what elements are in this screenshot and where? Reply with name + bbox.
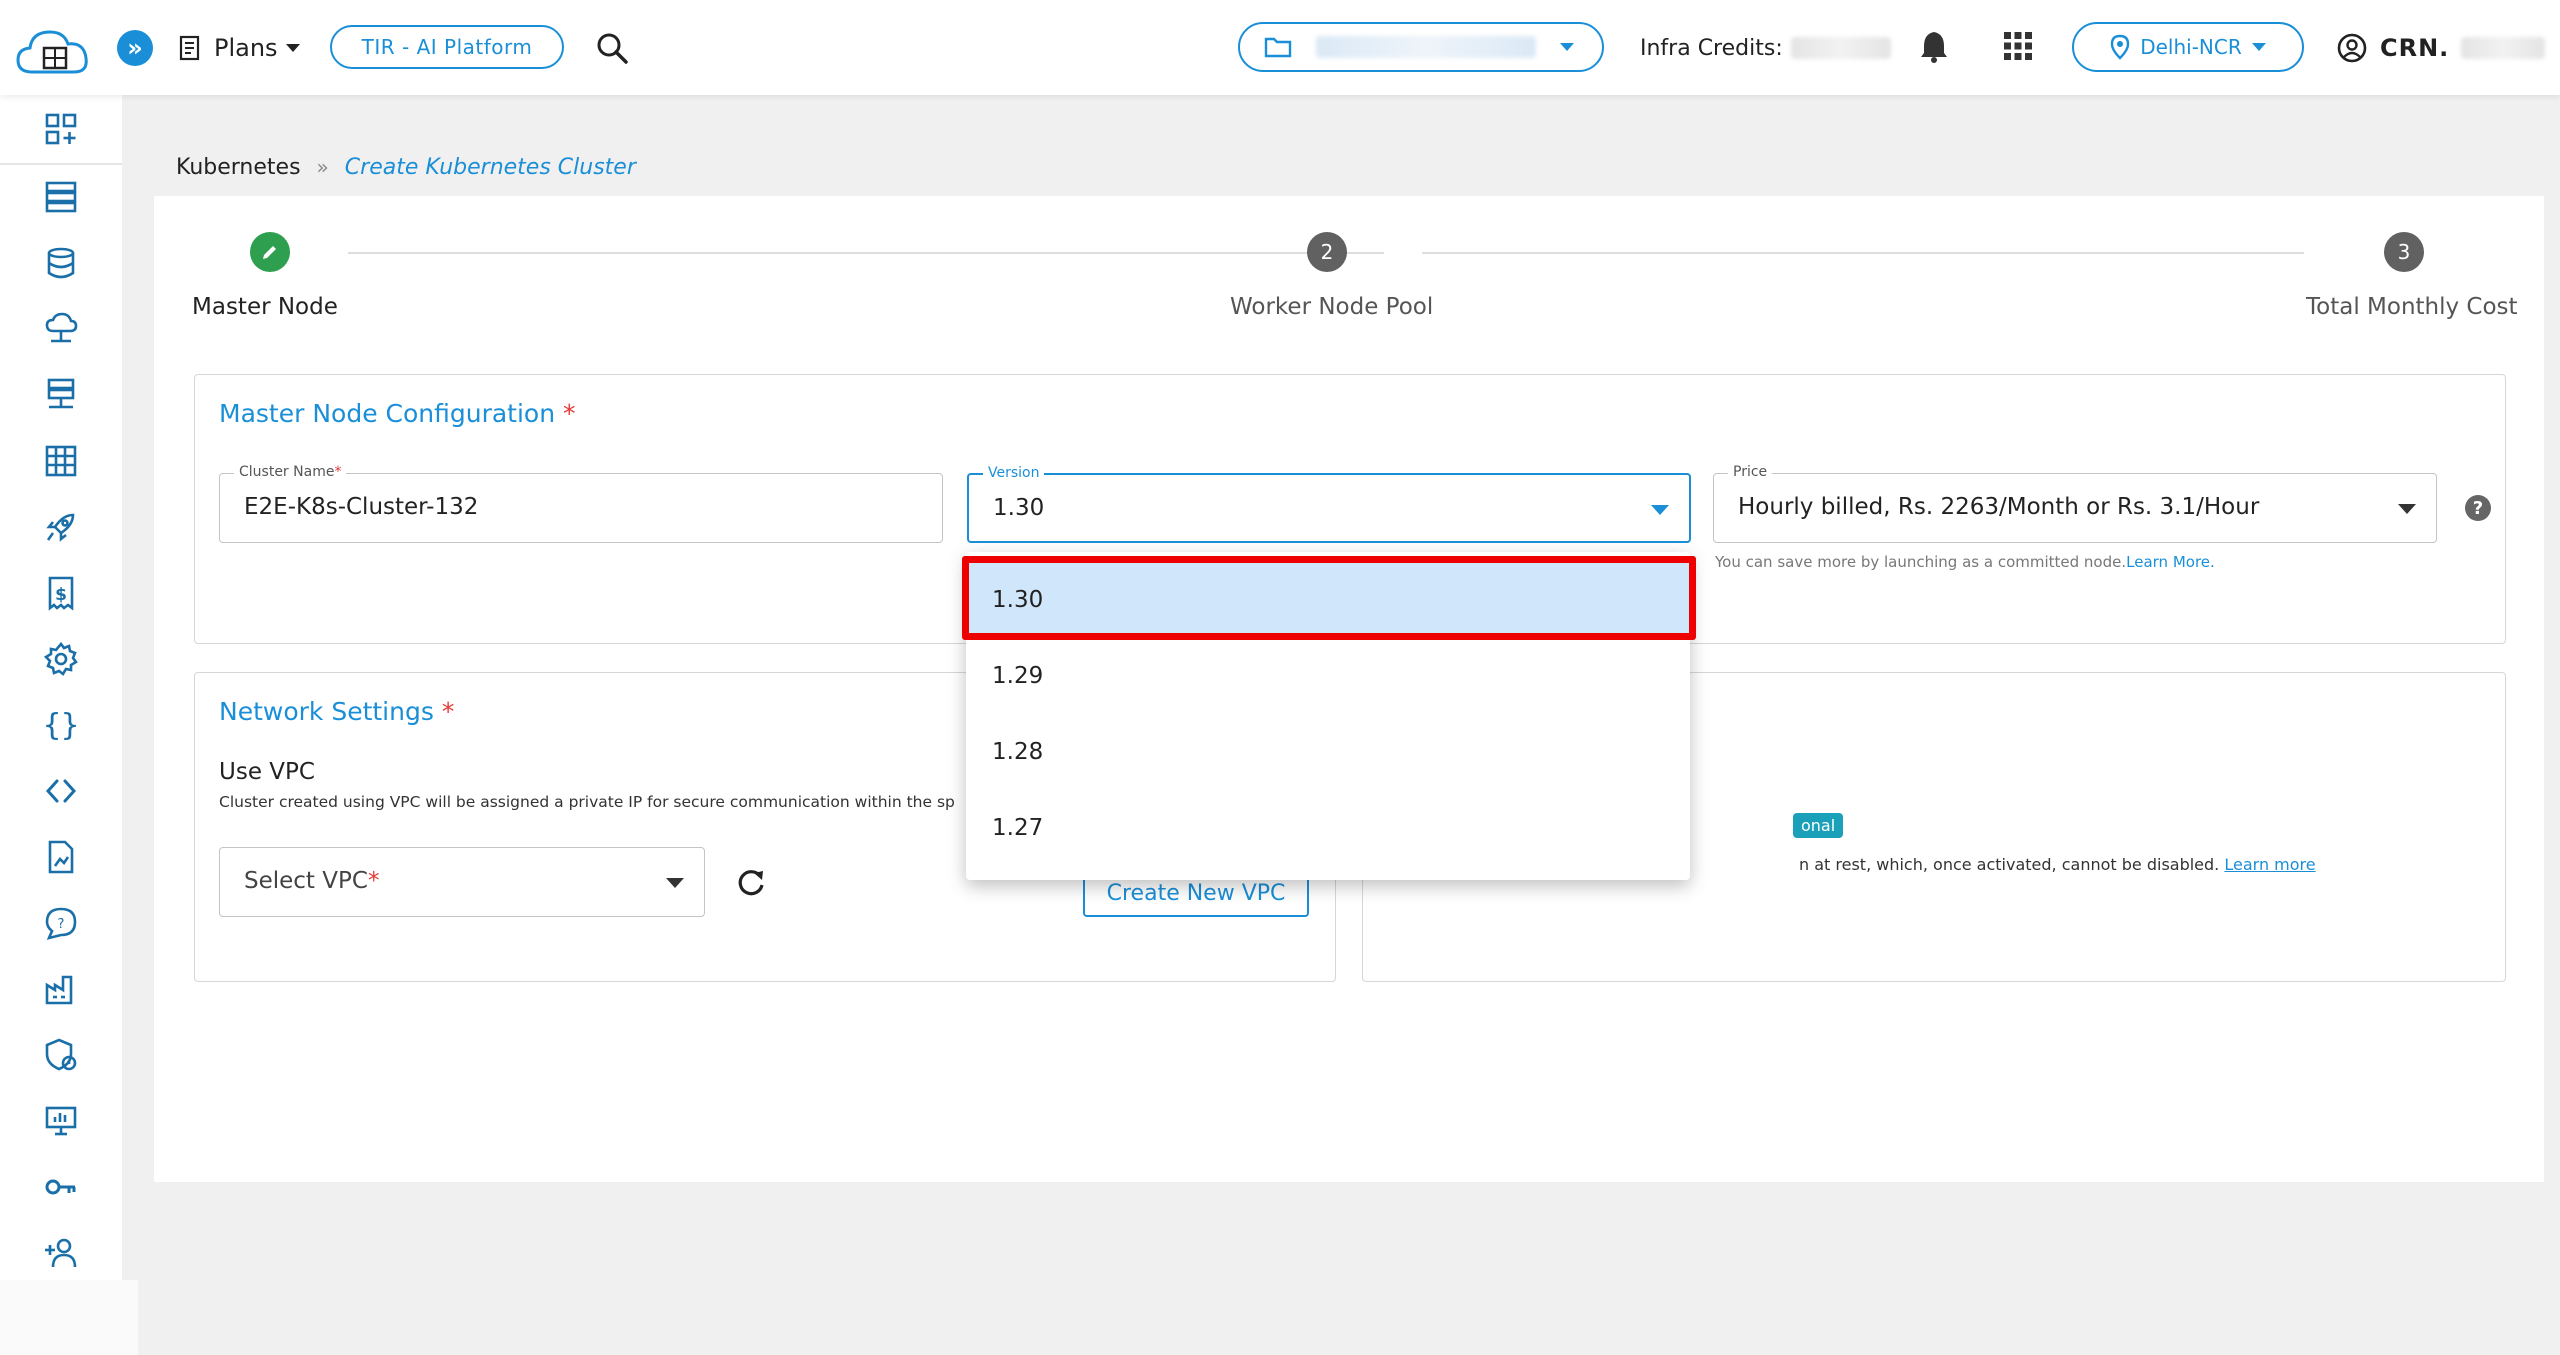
select-vpc-dropdown[interactable]: Select VPC* xyxy=(219,847,705,917)
security-shield-icon[interactable] xyxy=(41,1035,81,1075)
code-braces-icon[interactable]: {} xyxy=(41,705,81,745)
settings-gear-icon[interactable] xyxy=(41,639,81,679)
region-select[interactable]: Delhi-NCR xyxy=(2072,22,2304,72)
version-option-1-30[interactable]: 1.30 xyxy=(966,562,1690,638)
location-pin-icon xyxy=(2111,34,2130,60)
project-select[interactable] xyxy=(1238,22,1604,72)
caret-down-icon xyxy=(2251,43,2266,51)
infra-credits-label: Infra Credits: xyxy=(1640,35,1783,61)
account-number-redacted xyxy=(2461,37,2546,59)
step-3-label[interactable]: Total Monthly Cost xyxy=(2306,294,2518,320)
price-value: Hourly billed, Rs. 2263/Month or Rs. 3.1… xyxy=(1738,494,2260,520)
caret-down-icon xyxy=(666,878,684,888)
user-circle-icon xyxy=(2337,33,2367,63)
billing-icon[interactable]: $ xyxy=(41,573,81,613)
step-1-label[interactable]: Master Node xyxy=(192,294,338,320)
price-label: Price xyxy=(1728,464,1773,480)
version-option-1-28[interactable]: 1.28 xyxy=(966,714,1690,790)
master-config-title: Master Node Configuration * xyxy=(219,399,576,428)
plans-menu[interactable]: Plans xyxy=(176,28,300,68)
breadcrumb-current: Create Kubernetes Cluster xyxy=(344,154,636,180)
grid-icon[interactable] xyxy=(41,441,81,481)
plans-document-icon xyxy=(179,35,200,61)
version-label: Version xyxy=(983,465,1045,481)
pencil-icon xyxy=(263,246,276,259)
account-label: CRN. xyxy=(2380,34,2450,62)
tir-ai-platform-button[interactable]: TIR - AI Platform xyxy=(330,25,564,69)
use-vpc-description: Cluster created using VPC will be assign… xyxy=(219,793,955,811)
hosting-icon[interactable] xyxy=(41,375,81,415)
caret-down-icon xyxy=(285,44,300,52)
support-chat-icon[interactable]: ? xyxy=(41,903,81,943)
svg-text:{}: {} xyxy=(43,708,79,743)
monitor-icon[interactable] xyxy=(41,1101,81,1141)
help-question-icon[interactable]: ? xyxy=(2465,495,2491,521)
step-1-complete xyxy=(250,232,290,272)
key-icon[interactable] xyxy=(41,1167,81,1207)
notification-bell-icon[interactable] xyxy=(1916,28,1952,64)
select-vpc-placeholder: Select VPC* xyxy=(244,868,380,894)
region-label: Delhi-NCR xyxy=(2140,35,2242,59)
sidebar-footer xyxy=(0,1280,138,1355)
step-2-circle: 2 xyxy=(1307,232,1347,272)
svg-text:?: ? xyxy=(58,917,65,932)
version-option-1-29[interactable]: 1.29 xyxy=(966,638,1690,714)
cloud-network-icon[interactable] xyxy=(41,309,81,349)
double-chevron-right-icon: » xyxy=(127,34,143,62)
version-value: 1.30 xyxy=(993,495,1045,521)
project-name-redacted xyxy=(1316,36,1536,58)
breadcrumb-separator: » xyxy=(316,155,329,179)
step-2-label[interactable]: Worker Node Pool xyxy=(1230,294,1433,320)
stepper-connector-2 xyxy=(1422,252,2304,254)
infra-credits-value-redacted xyxy=(1790,37,1891,59)
caret-down-icon xyxy=(1560,43,1574,51)
apps-grid-icon[interactable] xyxy=(2000,28,2036,64)
e2e-cloud-logo[interactable] xyxy=(14,22,94,80)
caret-down-icon xyxy=(1651,505,1669,515)
factory-icon[interactable] xyxy=(41,969,81,1009)
price-select[interactable]: Price Hourly billed, Rs. 2263/Month or R… xyxy=(1713,464,2437,543)
dashboard-add-icon[interactable] xyxy=(41,109,81,149)
step-3-circle: 3 xyxy=(2384,232,2424,272)
database-icon[interactable] xyxy=(41,243,81,283)
code-angle-icon[interactable] xyxy=(41,771,81,811)
network-settings-title: Network Settings * xyxy=(219,697,455,726)
breadcrumb-kubernetes-link[interactable]: Kubernetes xyxy=(176,155,301,180)
version-select[interactable]: Version 1.30 xyxy=(967,465,1691,543)
top-navigation-bar: » Plans TIR - AI Platform Infra Credits: xyxy=(0,0,2560,95)
encryption-learn-more-link[interactable]: Learn more xyxy=(2224,855,2315,874)
version-option-1-27[interactable]: 1.27 xyxy=(966,790,1690,866)
search-icon[interactable] xyxy=(594,30,630,66)
document-chart-icon[interactable] xyxy=(41,837,81,877)
caret-down-icon xyxy=(2398,504,2416,514)
add-user-icon[interactable] xyxy=(41,1233,81,1273)
infra-credits: Infra Credits: xyxy=(1640,30,1891,66)
cluster-name-value: E2E-K8s-Cluster-132 xyxy=(244,494,479,520)
rocket-icon[interactable] xyxy=(41,507,81,547)
price-hint: You can save more by launching as a comm… xyxy=(1715,553,2215,571)
version-dropdown-menu: 1.30 1.29 1.28 1.27 xyxy=(966,552,1690,880)
breadcrumb: Kubernetes » Create Kubernetes Cluster xyxy=(176,152,636,182)
encryption-description: n at rest, which, once activated, cannot… xyxy=(1799,855,2316,874)
servers-icon[interactable] xyxy=(41,177,81,217)
sidebar-divider xyxy=(0,163,122,165)
folder-icon xyxy=(1264,37,1292,58)
expand-sidebar-button[interactable]: » xyxy=(117,30,153,66)
plans-label: Plans xyxy=(214,34,278,62)
sidebar: $ {} ? xyxy=(0,95,122,1280)
cluster-name-label: Cluster Name* xyxy=(234,464,347,480)
optional-badge: onal xyxy=(1793,813,1844,838)
cluster-name-field[interactable]: Cluster Name* E2E-K8s-Cluster-132 xyxy=(219,464,943,543)
use-vpc-label: Use VPC xyxy=(219,759,315,785)
stepper-connector-1 xyxy=(348,252,1384,254)
account-menu[interactable]: CRN. xyxy=(2336,28,2546,68)
svg-text:$: $ xyxy=(55,585,67,605)
refresh-icon[interactable] xyxy=(735,867,767,899)
price-learn-more-link[interactable]: Learn More. xyxy=(2126,553,2215,571)
